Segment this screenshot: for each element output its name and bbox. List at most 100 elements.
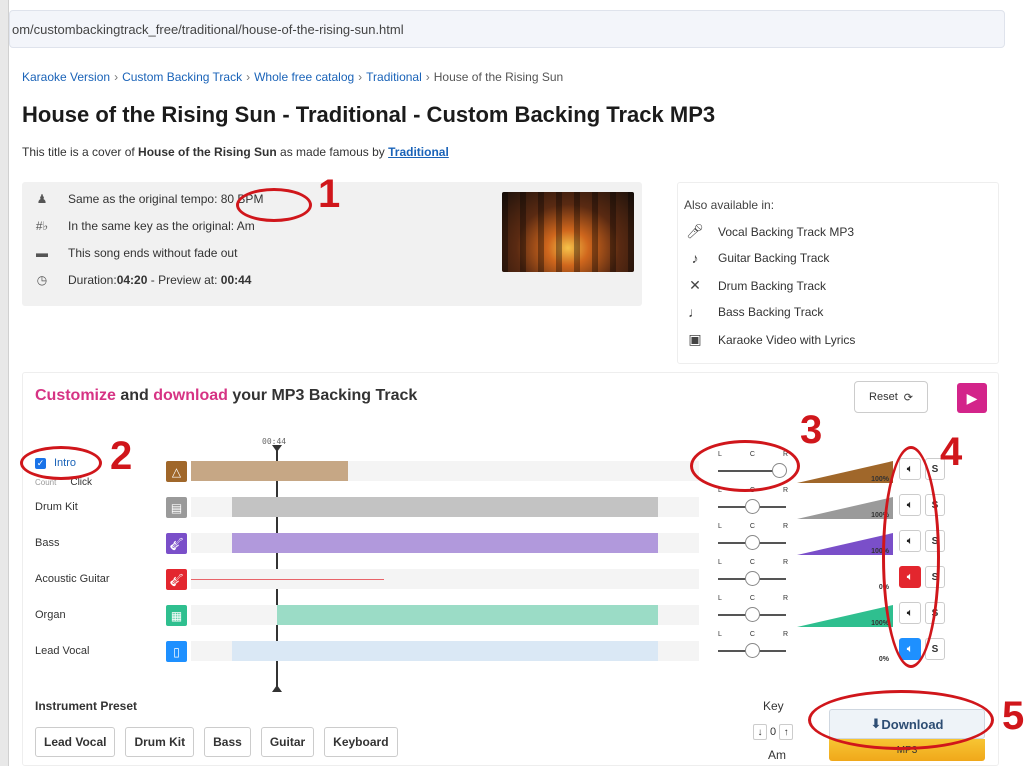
pan-left-label: L (718, 559, 722, 566)
pan-right-label: R (782, 595, 788, 602)
subtitle-artist-link[interactable]: Traditional (388, 145, 449, 159)
available-karaoke-video[interactable]: ▣ Karaoke Video with Lyrics (684, 331, 855, 348)
available-guitar[interactable]: ♪ Guitar Backing Track (684, 250, 830, 266)
track-row: △ L C R 100% 🔈︎ S (23, 451, 1000, 487)
preset-lead-vocal-button[interactable]: Lead Vocal (35, 727, 116, 757)
key-value: 0 (770, 726, 777, 738)
acoustic-guitar-icon: 🎸︎ (166, 569, 187, 590)
track-name: Lead Vocal (35, 645, 90, 657)
annotation-number-4: 4 (940, 430, 963, 474)
track-waveform[interactable] (191, 569, 699, 589)
fade-text: This song ends without fade out (68, 246, 238, 260)
pan-knob[interactable] (745, 571, 760, 586)
video-camera-icon: ▣ (688, 331, 702, 347)
drumsticks-icon: ✕ (689, 277, 701, 293)
breadcrumb-separator: › (425, 70, 430, 84)
volume-slider[interactable]: 100% (797, 457, 893, 483)
reset-label: Reset (869, 391, 898, 403)
preview-value: 00:44 (220, 273, 252, 287)
preset-heading: Instrument Preset (35, 699, 138, 713)
key-heading: Key (763, 699, 784, 713)
pan-labels: LCR (716, 595, 788, 602)
mixer-title: Customize and download your MP3 Backing … (35, 387, 417, 405)
pan-center-label: C (749, 559, 755, 566)
annotation-circle-3 (690, 440, 800, 492)
reset-button[interactable]: Reset ⟳ (854, 381, 928, 413)
key-row: #♭ In the same key as the original: Am (30, 219, 255, 233)
metronome-icon: ♟ (36, 192, 48, 206)
address-bar[interactable]: om/custombackingtrack_free/traditional/h… (9, 10, 1005, 48)
breadcrumb-whole-free-catalog[interactable]: Whole free catalog (254, 70, 354, 84)
track-row: Bass 🎸︎ L C R 100% 🔈︎ S (23, 523, 1000, 559)
annotation-number-5: 5 (1002, 694, 1025, 738)
track-waveform[interactable] (191, 641, 699, 661)
preset-drum-kit-button[interactable]: Drum Kit (125, 727, 195, 757)
volume-slider[interactable]: 0% (797, 637, 893, 663)
annotation-circle-4 (882, 446, 940, 668)
volume-slider[interactable]: 100% (797, 493, 893, 519)
available-bass[interactable]: ♩ Bass Backing Track (684, 304, 823, 320)
key-up-button[interactable]: ↑ (779, 724, 794, 740)
pan-right-label: R (782, 523, 788, 530)
tempo-text: Same as the original tempo: 80 BPM (68, 192, 264, 206)
available-bass-label: Bass Backing Track (718, 305, 824, 319)
breadcrumb-karaoke-version[interactable]: Karaoke Version (22, 70, 110, 84)
pan-slider[interactable]: LCR (716, 631, 788, 661)
bass-icon: ♩ (688, 304, 702, 320)
track-waveform[interactable] (191, 605, 699, 625)
track-waveform[interactable] (191, 533, 699, 553)
preset-keyboard-button[interactable]: Keyboard (324, 727, 398, 757)
sharp-flat-icon: #♭ (35, 219, 49, 233)
pan-center-label: C (749, 523, 755, 530)
preset-bass-button[interactable]: Bass (204, 727, 251, 757)
breadcrumb-traditional[interactable]: Traditional (366, 70, 422, 84)
mixer-title-rest: your MP3 Backing Track (227, 387, 418, 404)
track-row: Drum Kit ▤ L C R 100% 🔈︎ S (23, 487, 1000, 523)
volume-slider[interactable]: 100% (797, 601, 893, 627)
waveform-segment (191, 461, 349, 481)
volume-percent: 100% (871, 476, 889, 483)
track-name: Drum Kit (35, 501, 78, 513)
pan-slider[interactable]: LCR (716, 559, 788, 589)
track-name: Bass (35, 537, 60, 549)
track-waveform[interactable] (191, 461, 699, 481)
play-button[interactable]: ▶ (957, 383, 987, 413)
pan-knob[interactable] (745, 535, 760, 550)
annotation-circle-5 (808, 690, 994, 750)
volume-slider[interactable]: 0% (797, 565, 893, 591)
breadcrumb-custom-backing-track[interactable]: Custom Backing Track (122, 70, 242, 84)
track-waveform[interactable] (191, 497, 699, 517)
pan-right-label: R (782, 631, 788, 638)
address-url: om/custombackingtrack_free/traditional/h… (12, 21, 404, 37)
volume-slider[interactable]: 100% (797, 529, 893, 555)
annotation-number-2: 2 (110, 434, 133, 478)
annotation-number-1: 1 (318, 172, 341, 216)
breadcrumb-separator: › (358, 70, 363, 84)
fade-row: ▬ This song ends without fade out (30, 246, 237, 260)
waveform-segment (231, 641, 659, 661)
available-drum[interactable]: ✕ Drum Backing Track (684, 277, 826, 294)
available-drum-label: Drum Backing Track (718, 278, 827, 293)
refresh-icon: ⟳ (903, 391, 913, 404)
preset-buttons: Lead Vocal Drum Kit Bass Guitar Keyboard (35, 727, 398, 757)
key-down-button[interactable]: ↓ (753, 724, 767, 740)
preset-guitar-button[interactable]: Guitar (260, 727, 315, 757)
pan-slider[interactable]: LCR (716, 523, 788, 553)
annotation-circle-1 (236, 188, 312, 222)
pan-labels: LCR (716, 523, 788, 530)
pan-slider[interactable]: LCR (716, 595, 788, 625)
pan-knob[interactable] (745, 607, 760, 622)
pan-left-label: L (718, 523, 722, 530)
breadcrumb-separator: › (114, 70, 119, 84)
available-video-label: Karaoke Video with Lyrics (718, 332, 856, 347)
waveform-segment (231, 497, 659, 517)
page-scrollbar[interactable] (1005, 50, 1035, 766)
available-vocal[interactable]: 🎤︎ Vocal Backing Track MP3 (684, 223, 854, 240)
playhead-bottom-marker[interactable] (272, 685, 282, 692)
drum-kit-icon: ▤ (166, 497, 187, 518)
pan-knob[interactable] (745, 643, 760, 658)
guitar-icon: ♪ (691, 250, 699, 266)
track-row: Lead Vocal ▯ L C R 0% 🔈︎ S (23, 631, 1000, 667)
waveform-segment (277, 605, 659, 625)
pan-knob[interactable] (745, 499, 760, 514)
